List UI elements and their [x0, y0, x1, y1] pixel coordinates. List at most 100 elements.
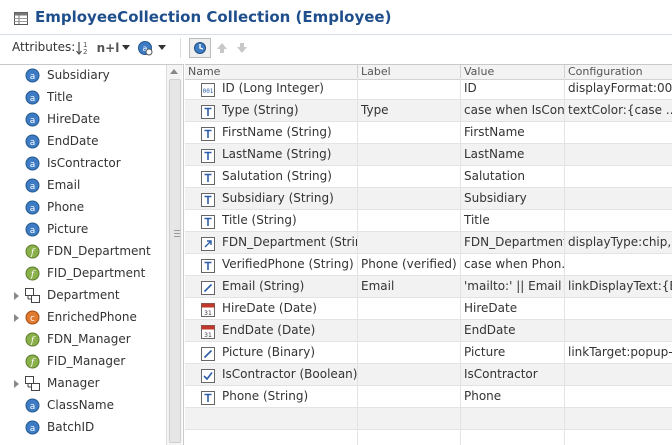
tree-item[interactable]: a HireDate: [0, 109, 166, 131]
tree-item[interactable]: a Title: [0, 87, 166, 109]
cell-name[interactable]: LastName (String): [185, 144, 358, 165]
cell-name[interactable]: FirstName (String): [185, 122, 358, 143]
move-down-icon[interactable]: [235, 39, 249, 57]
cell-label[interactable]: [358, 320, 461, 341]
cell-label[interactable]: [358, 232, 461, 253]
cell-value[interactable]: case when IsCont...: [461, 100, 565, 121]
attribute-filter-icon[interactable]: a: [136, 39, 154, 57]
tree-item[interactable]: f FDN_Department: [0, 241, 166, 263]
cell-value[interactable]: Subsidiary: [461, 188, 565, 209]
cell-value[interactable]: case when Phon...: [461, 254, 565, 275]
tree-item[interactable]: c EnrichedPhone: [0, 307, 166, 329]
tree-item[interactable]: Department: [0, 285, 166, 307]
table-row[interactable]: LastName (String) LastName: [185, 144, 672, 166]
tree-item[interactable]: a ClassName: [0, 395, 166, 417]
table-row[interactable]: Subsidiary (String) Subsidiary: [185, 188, 672, 210]
move-up-icon[interactable]: [215, 39, 229, 57]
cell-label[interactable]: Type: [358, 100, 461, 121]
cell-label[interactable]: [358, 298, 461, 319]
cell-name[interactable]: EndDate (Date): [185, 320, 358, 341]
cell-label[interactable]: [358, 364, 461, 385]
scrollbar-thumb[interactable]: [169, 79, 181, 443]
cell-value[interactable]: ID: [461, 78, 565, 99]
cell-value[interactable]: LastName: [461, 144, 565, 165]
cell-config[interactable]: [565, 386, 672, 407]
table-row[interactable]: VerifiedPhone (String) Phone (verified) ca…: [185, 254, 672, 276]
cell-value[interactable]: Salutation: [461, 166, 565, 187]
table-row[interactable]: 31 EndDate (Date) EndDate: [185, 320, 672, 342]
tree-item[interactable]: a Subsidiary: [0, 65, 166, 87]
table-row[interactable]: Phone (String) Phone: [185, 386, 672, 408]
cell-label[interactable]: [358, 386, 461, 407]
table-row[interactable]: 001ID (Long Integer)IDdisplayFormat:0000…: [185, 78, 672, 100]
cell-config[interactable]: [565, 298, 672, 319]
cell-name[interactable]: Phone (String): [185, 386, 358, 407]
cell-config[interactable]: [565, 166, 672, 187]
table-row[interactable]: Title (String) Title: [185, 210, 672, 232]
cell-config[interactable]: [565, 364, 672, 385]
cell-config[interactable]: [565, 210, 672, 231]
table-row[interactable]: FirstName (String) FirstName: [185, 122, 672, 144]
cell-label[interactable]: Email: [358, 276, 461, 297]
cell-config[interactable]: [565, 122, 672, 143]
tree-item[interactable]: a IsContractor: [0, 153, 166, 175]
cell-config[interactable]: [565, 320, 672, 341]
table-row[interactable]: 31 HireDate (Date) HireDate: [185, 298, 672, 320]
table-row[interactable]: Salutation (String) Salutation: [185, 166, 672, 188]
cell-config[interactable]: textColor:{case ...}: [565, 100, 672, 121]
cell-config[interactable]: [565, 188, 672, 209]
table-row[interactable]: Email (String) Email'mailto:' || Email lin…: [185, 276, 672, 298]
scroll-up-icon[interactable]: [170, 69, 178, 74]
cell-name[interactable]: ID (Long Integer): [185, 78, 358, 99]
table-row[interactable]: IsContractor (Boolean) IsContractor: [185, 364, 672, 386]
tree-item[interactable]: f FDN_Manager: [0, 329, 166, 351]
cell-label[interactable]: [358, 144, 461, 165]
tree-item[interactable]: a Email: [0, 175, 166, 197]
cell-name[interactable]: Picture (Binary): [185, 342, 358, 363]
cell-config[interactable]: linkDisplayText:{Emai...: [565, 276, 672, 297]
sort-by-name-button[interactable]: n+l: [96, 39, 120, 57]
cell-label[interactable]: [358, 210, 461, 231]
cell-name[interactable]: Subsidiary (String): [185, 188, 358, 209]
cell-value[interactable]: EndDate: [461, 320, 565, 341]
tree-item[interactable]: a EndDate: [0, 131, 166, 153]
cell-config[interactable]: displayType:chip, use...: [565, 232, 672, 253]
cell-value[interactable]: FirstName: [461, 122, 565, 143]
cell-config[interactable]: linkTarget:popup-..., l...: [565, 342, 672, 363]
expand-arrow-icon[interactable]: [14, 292, 19, 300]
cell-value[interactable]: FDN_Department: [461, 232, 565, 253]
expand-arrow-icon[interactable]: [14, 314, 19, 322]
cell-label[interactable]: Phone (verified): [358, 254, 461, 275]
cell-label[interactable]: [358, 122, 461, 143]
cell-value[interactable]: IsContractor: [461, 364, 565, 385]
tree-item[interactable]: Manager: [0, 373, 166, 395]
cell-label[interactable]: [358, 342, 461, 363]
sort-dropdown-icon[interactable]: [121, 39, 131, 57]
cell-name[interactable]: HireDate (Date): [185, 298, 358, 319]
cell-value[interactable]: Phone: [461, 386, 565, 407]
tree-item[interactable]: a Picture: [0, 219, 166, 241]
cell-name[interactable]: Type (String): [185, 100, 358, 121]
cell-value[interactable]: Picture: [461, 342, 565, 363]
cell-name[interactable]: FDN_Department (String): [185, 232, 358, 253]
tree-item[interactable]: f FID_Manager: [0, 351, 166, 373]
cell-label[interactable]: [358, 78, 461, 99]
cell-config[interactable]: [565, 144, 672, 165]
tree-scrollbar[interactable]: [166, 65, 182, 445]
refresh-button[interactable]: [189, 38, 211, 58]
cell-value[interactable]: Title: [461, 210, 565, 231]
expand-arrow-icon[interactable]: [14, 380, 19, 388]
tree-item[interactable]: a BatchID: [0, 417, 166, 439]
cell-config[interactable]: [565, 254, 672, 275]
cell-name[interactable]: Salutation (String): [185, 166, 358, 187]
table-row[interactable]: Type (String)Typecase when IsCont...text…: [185, 100, 672, 122]
cell-config[interactable]: displayFormat:000000: [565, 78, 672, 99]
filter-dropdown-icon[interactable]: [157, 39, 167, 57]
cell-label[interactable]: [358, 188, 461, 209]
tree-item[interactable]: f FID_Department: [0, 263, 166, 285]
cell-name[interactable]: VerifiedPhone (String): [185, 254, 358, 275]
cell-name[interactable]: Title (String): [185, 210, 358, 231]
cell-value[interactable]: 'mailto:' || Email: [461, 276, 565, 297]
tree-item[interactable]: a Phone: [0, 197, 166, 219]
table-row[interactable]: Picture (Binary) PicturelinkTarget:popup-…: [185, 342, 672, 364]
